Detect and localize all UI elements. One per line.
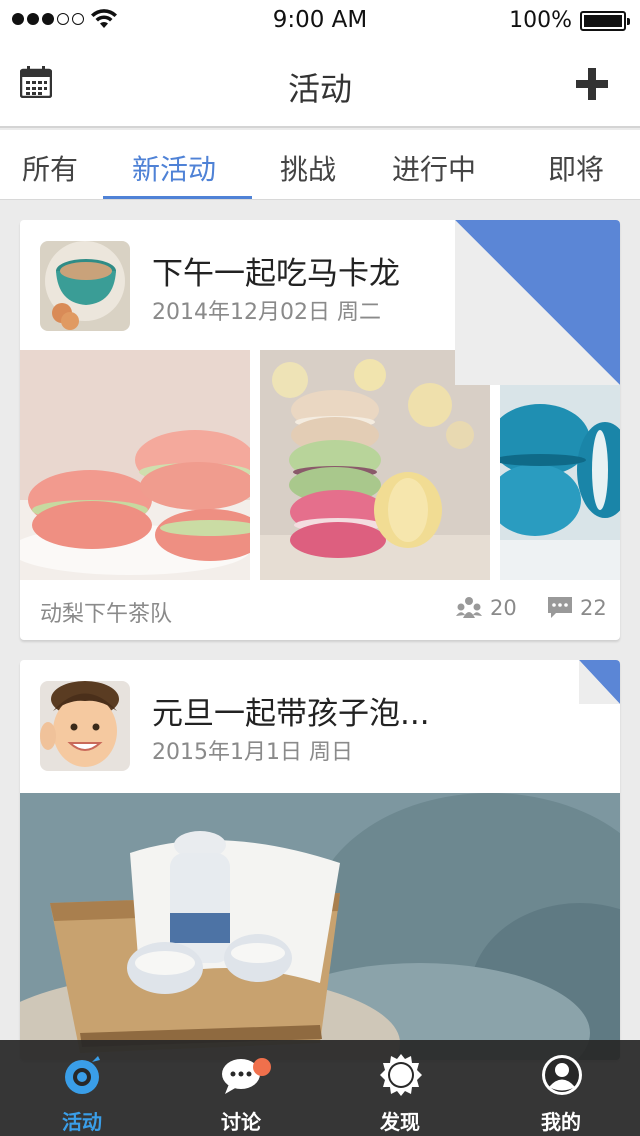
activity-card[interactable]: 下午一起吃马卡龙 2014年12月02日 周二 动梨下午茶队 20 22 xyxy=(20,220,620,640)
active-tab-indicator xyxy=(103,196,252,199)
group-name[interactable]: 动梨下午茶队 xyxy=(40,596,172,628)
activity-date: 2015年1月1日 周日 xyxy=(152,740,353,765)
battery-percent: 100% xyxy=(509,8,572,33)
tabbar-item-discover[interactable]: 发现 xyxy=(320,1040,480,1136)
member-count-value: 20 xyxy=(490,596,517,620)
discover-icon xyxy=(380,1054,422,1096)
comment-count: 22 xyxy=(548,596,607,620)
activity-title: 下午一起吃马卡龙 xyxy=(152,256,400,292)
new-activity-corner-flag xyxy=(579,660,620,704)
profile-icon xyxy=(542,1055,582,1095)
tab-challenge[interactable]: 挑战 xyxy=(280,148,336,188)
activity-title: 元旦一起带孩子泡... xyxy=(152,696,430,732)
activity-footer: 动梨下午茶队 20 22 xyxy=(20,580,620,640)
comment-count-value: 22 xyxy=(580,596,607,620)
tab-ongoing[interactable]: 进行中 xyxy=(392,148,476,188)
notification-badge xyxy=(253,1058,271,1076)
macaron-photo[interactable] xyxy=(20,350,250,580)
tabbar-label: 活动 xyxy=(62,1110,102,1134)
filter-tabs: 所有 新活动 挑战 进行中 即将 xyxy=(0,130,640,200)
tab-new[interactable]: 新活动 xyxy=(132,148,216,188)
comment-icon xyxy=(548,597,572,618)
member-count: 20 xyxy=(456,596,517,620)
tabbar-item-activity[interactable]: 活动 xyxy=(2,1040,162,1136)
tabbar-label: 发现 xyxy=(380,1110,420,1134)
members-icon xyxy=(456,597,482,618)
tabbar-label: 我的 xyxy=(541,1110,581,1134)
activity-thumbnail xyxy=(40,241,130,331)
new-activity-corner-flag xyxy=(455,220,620,385)
activity-photo[interactable] xyxy=(20,793,620,1060)
page-title: 活动 xyxy=(287,70,352,108)
tab-upcoming[interactable]: 即将 xyxy=(548,148,604,188)
add-icon[interactable] xyxy=(576,68,608,100)
tabbar-item-discuss[interactable]: 讨论 xyxy=(161,1040,321,1136)
tabbar-label: 讨论 xyxy=(221,1110,261,1134)
activity-icon xyxy=(65,1056,100,1094)
nav-bar: 活动 xyxy=(0,40,640,128)
status-bar: 9:00 AM 100% xyxy=(0,0,640,40)
tabbar-item-mine[interactable]: 我的 xyxy=(481,1040,640,1136)
tab-all[interactable]: 所有 xyxy=(22,148,78,188)
activity-thumbnail xyxy=(40,681,130,771)
battery-icon xyxy=(580,11,630,31)
bottom-tab-bar: 活动 讨论 发现 我的 xyxy=(0,1040,640,1136)
activity-card[interactable]: 元旦一起带孩子泡... 2015年1月1日 周日 xyxy=(20,660,620,1060)
activity-date: 2014年12月02日 周二 xyxy=(152,300,381,325)
